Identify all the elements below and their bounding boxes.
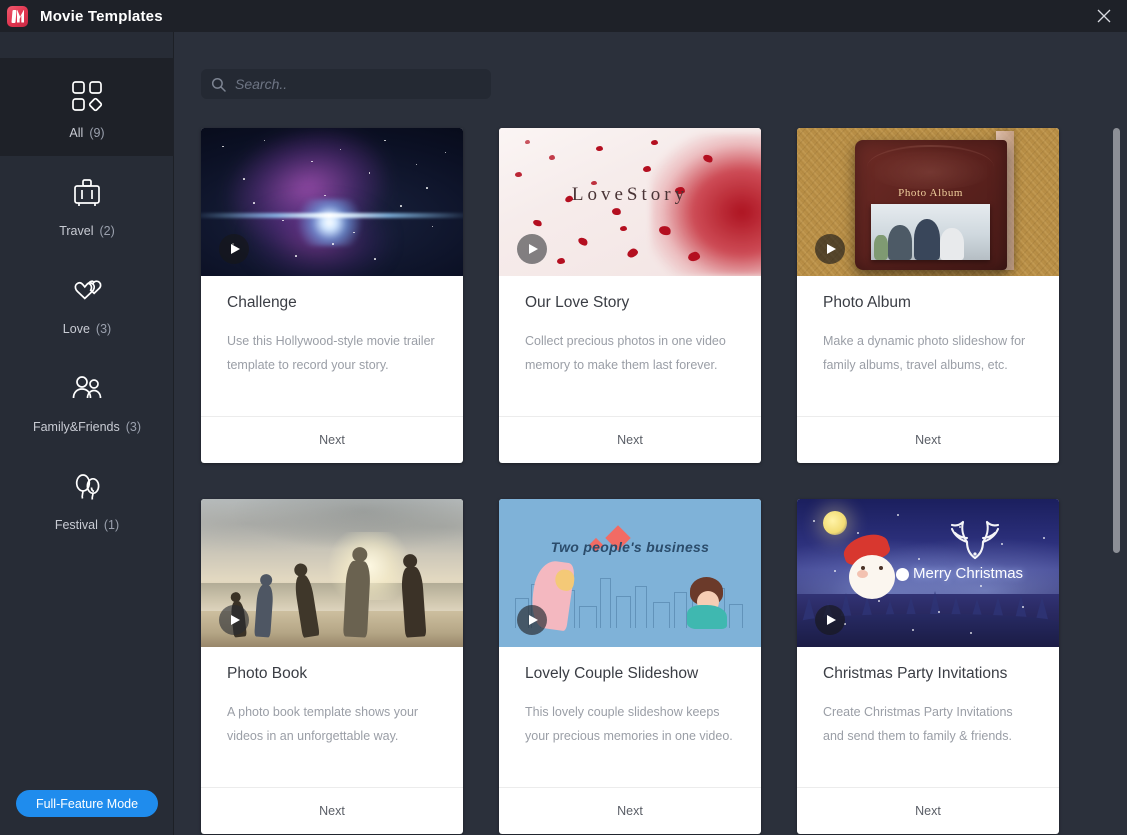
template-thumbnail[interactable]: Merry Christmas — [797, 499, 1059, 647]
sidebar-label-count: (9) — [89, 126, 104, 140]
search-icon — [211, 77, 226, 92]
sidebar-label-count: (3) — [96, 322, 111, 336]
search-input[interactable] — [235, 76, 481, 92]
main-content: Challenge Use this Hollywood-style movie… — [175, 32, 1127, 835]
vertical-scrollbar[interactable] — [1113, 32, 1120, 835]
full-feature-mode-button[interactable]: Full-Feature Mode — [16, 790, 158, 817]
template-card-body: Our Love Story Collect precious photos i… — [499, 276, 761, 416]
template-card[interactable]: LoveStory Our Love Story Collect preciou… — [499, 128, 761, 463]
template-card[interactable]: Challenge Use this Hollywood-style movie… — [201, 128, 463, 463]
sidebar-item-love-label: Love (3) — [63, 322, 111, 336]
play-icon[interactable] — [815, 605, 845, 635]
template-description: Make a dynamic photo slideshow for famil… — [823, 329, 1033, 377]
template-title: Challenge — [227, 294, 437, 312]
thumbnail-overlay-text: Merry Christmas — [898, 563, 1038, 584]
template-thumbnail[interactable]: Two people's business — [499, 499, 761, 647]
next-button[interactable]: Next — [201, 416, 463, 463]
sidebar-item-all[interactable]: All (9) — [0, 58, 174, 156]
sidebar-nav: All (9) Travel (2) — [0, 32, 173, 548]
two-people-icon — [70, 369, 104, 411]
template-title: Photo Book — [227, 665, 437, 683]
template-title: Lovely Couple Slideshow — [525, 665, 735, 683]
sidebar-item-love[interactable]: Love (3) — [0, 254, 174, 352]
next-button[interactable]: Next — [797, 416, 1059, 463]
template-title: Christmas Party Invitations — [823, 665, 1033, 683]
template-thumbnail[interactable] — [201, 128, 463, 276]
window-title: Movie Templates — [40, 8, 163, 25]
next-button[interactable]: Next — [201, 787, 463, 834]
moon-icon — [823, 511, 847, 535]
template-description: This lovely couple slideshow keeps your … — [525, 700, 735, 748]
sidebar-label-text: Travel — [59, 224, 93, 238]
sidebar-item-festival-label: Festival (1) — [55, 518, 119, 532]
boy-character — [685, 577, 727, 629]
suitcase-icon — [70, 173, 104, 215]
grid-shapes-icon — [70, 75, 104, 117]
sidebar-label-text: Family&Friends — [33, 420, 120, 434]
scrollbar-thumb[interactable] — [1113, 128, 1120, 553]
sidebar-item-family-friends-label: Family&Friends (3) — [33, 420, 141, 434]
template-card[interactable]: Photo Album Photo Album Make a dynamic p — [797, 128, 1059, 463]
sidebar-item-travel-label: Travel (2) — [59, 224, 115, 238]
sidebar-item-family-friends[interactable]: Family&Friends (3) — [0, 352, 174, 450]
template-thumbnail[interactable] — [201, 499, 463, 647]
play-icon[interactable] — [517, 605, 547, 635]
play-icon[interactable] — [815, 234, 845, 264]
next-button[interactable]: Next — [499, 416, 761, 463]
album-inset-photo — [871, 204, 990, 260]
template-card-body: Challenge Use this Hollywood-style movie… — [201, 276, 463, 416]
sidebar-label-text: All — [69, 126, 83, 140]
sidebar-label-text: Love — [63, 322, 90, 336]
next-button[interactable]: Next — [499, 787, 761, 834]
next-button[interactable]: Next — [797, 787, 1059, 834]
search-bar[interactable] — [201, 69, 491, 99]
reindeer-antlers-icon — [943, 514, 1007, 562]
play-icon[interactable] — [219, 605, 249, 635]
thumbnail-overlay-text: Photo Album — [855, 187, 1007, 199]
sidebar-item-festival[interactable]: Festival (1) — [0, 450, 174, 548]
sidebar-label-count: (2) — [99, 224, 114, 238]
template-card-body: Lovely Couple Slideshow This lovely coup… — [499, 647, 761, 787]
play-icon[interactable] — [517, 234, 547, 264]
album-book: Photo Album — [855, 140, 1007, 270]
template-description: A photo book template shows your videos … — [227, 700, 437, 748]
template-description: Collect precious photos in one video mem… — [525, 329, 735, 377]
sidebar: All (9) Travel (2) — [0, 32, 174, 835]
template-title: Our Love Story — [525, 294, 735, 312]
template-card-body: Photo Book A photo book template shows y… — [201, 647, 463, 787]
template-description: Create Christmas Party Invitations and s… — [823, 700, 1033, 748]
play-icon[interactable] — [219, 234, 249, 264]
template-card-body: Christmas Party Invitations Create Chris… — [797, 647, 1059, 787]
template-thumbnail[interactable]: LoveStory — [499, 128, 761, 276]
sidebar-label-count: (1) — [104, 518, 119, 532]
template-grid: Challenge Use this Hollywood-style movie… — [201, 128, 1111, 834]
title-bar: Movie Templates — [0, 0, 1127, 32]
sidebar-item-travel[interactable]: Travel (2) — [0, 156, 174, 254]
close-icon[interactable] — [1081, 0, 1127, 32]
balloons-icon — [70, 467, 104, 509]
template-card-body: Photo Album Make a dynamic photo slidesh… — [797, 276, 1059, 416]
template-description: Use this Hollywood-style movie trailer t… — [227, 329, 437, 377]
sidebar-label-text: Festival — [55, 518, 98, 532]
template-thumbnail[interactable]: Photo Album — [797, 128, 1059, 276]
template-title: Photo Album — [823, 294, 1033, 312]
template-card[interactable]: Merry Christmas Christmas Party Invitati… — [797, 499, 1059, 834]
thumbnail-overlay-text: LoveStory — [499, 184, 761, 206]
close-glyph — [1097, 9, 1111, 23]
sidebar-item-all-label: All (9) — [69, 126, 104, 140]
template-card[interactable]: Photo Book A photo book template shows y… — [201, 499, 463, 834]
sidebar-label-count: (3) — [126, 420, 141, 434]
full-feature-mode-container: Full-Feature Mode — [0, 790, 174, 817]
template-card[interactable]: Two people's business Lovely Couple Slid… — [499, 499, 761, 834]
double-heart-icon — [70, 271, 104, 313]
thumbnail-overlay-text: Two people's business — [499, 539, 761, 555]
movie-templates-logo-icon — [7, 6, 28, 27]
